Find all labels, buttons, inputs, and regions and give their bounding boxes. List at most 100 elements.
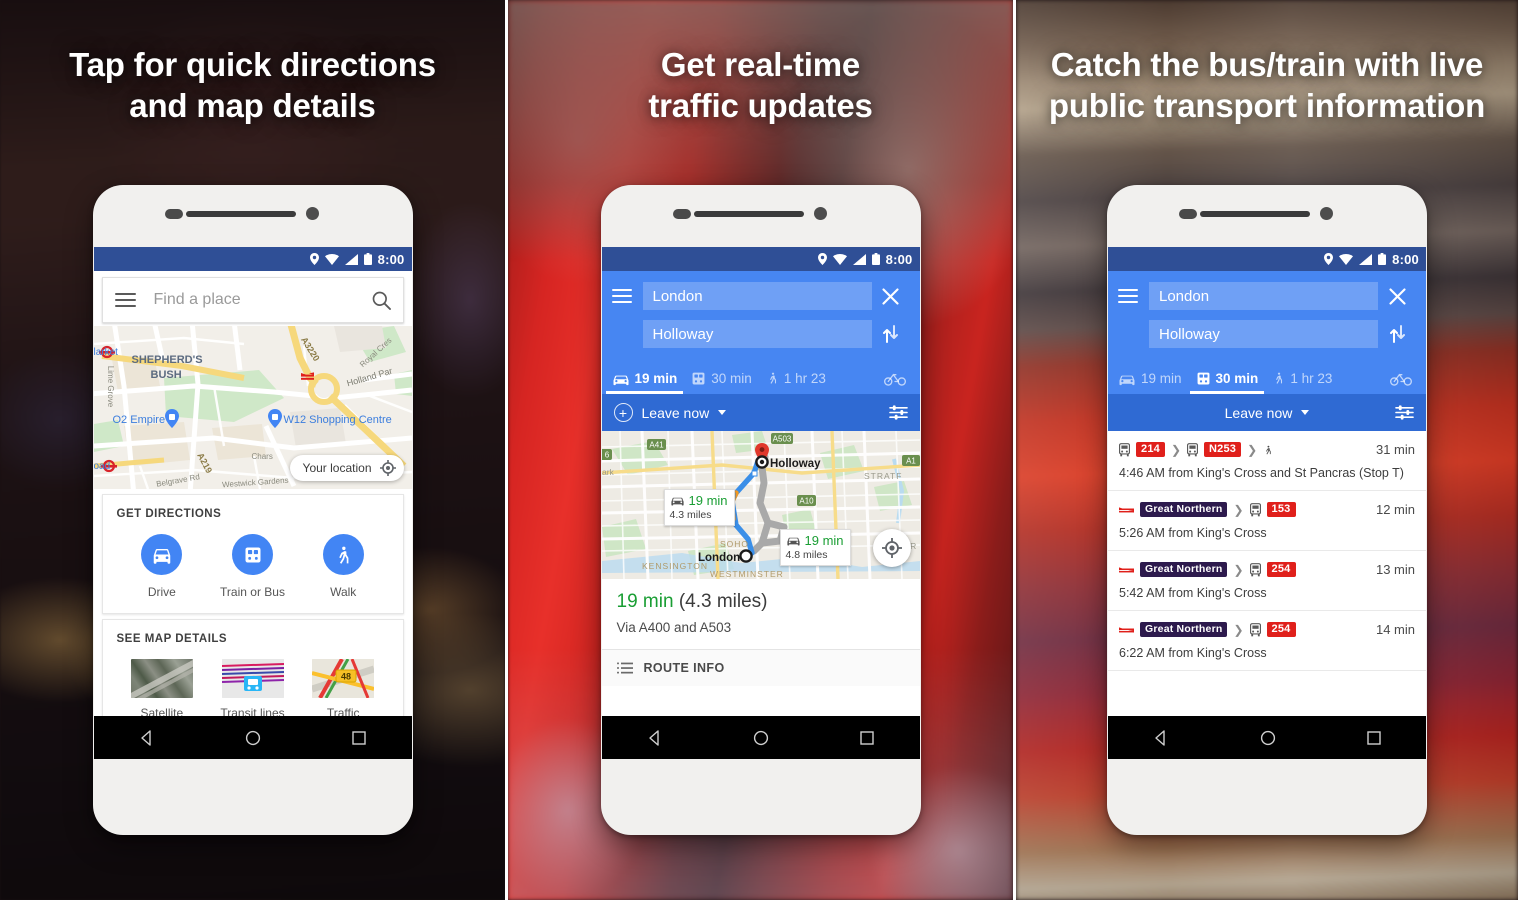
back-icon[interactable]	[647, 729, 663, 746]
close-icon[interactable]	[1378, 287, 1416, 305]
wifi-icon	[832, 253, 847, 265]
svg-text:A10: A10	[799, 496, 814, 505]
chevron-down-icon[interactable]	[1301, 410, 1310, 415]
phone-mockup-1: 8:00 Find a place SHEPHERD'S BUSH O2 Emp…	[92, 185, 413, 835]
tab-drive[interactable]: 19 min	[605, 371, 684, 394]
route-card-duration: 19 min	[804, 533, 844, 548]
tab-walk-label: 1 hr 23	[783, 370, 826, 386]
directions-chip-row: Drive Train or Bus Walk	[117, 534, 389, 599]
car-icon	[141, 534, 183, 575]
close-icon[interactable]	[872, 287, 910, 305]
tab-transit[interactable]: 30 min	[691, 371, 752, 394]
home-icon[interactable]	[245, 730, 261, 746]
search-bar[interactable]: Find a place	[101, 277, 404, 323]
hamburger-menu-icon[interactable]	[1118, 289, 1138, 303]
bus-icon	[1249, 562, 1261, 577]
svg-text:6: 6	[604, 450, 609, 459]
signal-icon	[852, 253, 866, 265]
route-card[interactable]: 19 min 4.3 miles	[663, 489, 735, 526]
svg-text:Holloway: Holloway	[770, 458, 821, 470]
route-info-label: ROUTE INFO	[643, 661, 725, 675]
list-item[interactable]: Great Northern ❯ 153 12 min 5:26 AM from…	[1108, 491, 1426, 551]
tab-drive[interactable]: 19 min	[1118, 371, 1182, 394]
transit-legs: 214 ❯ N253 ❯ 31 min	[1119, 442, 1415, 457]
drive-chip[interactable]: Drive	[117, 534, 208, 599]
location-pin-icon	[309, 253, 319, 265]
tab-bicycle[interactable]	[883, 371, 910, 394]
tab-transit[interactable]: 30 min	[1189, 371, 1265, 394]
swap-arrows-icon[interactable]	[1378, 325, 1416, 343]
destination-input[interactable]: Holloway	[642, 320, 872, 348]
route-info-button[interactable]: ROUTE INFO	[601, 649, 920, 686]
transit-lines-thumb	[221, 659, 284, 698]
svg-text:A41: A41	[649, 440, 664, 449]
back-icon[interactable]	[1153, 729, 1169, 746]
hamburger-menu-icon[interactable]	[114, 293, 136, 307]
chevron-right-icon: ❯	[1247, 442, 1258, 457]
android-nav-bar	[1108, 716, 1426, 759]
route-card[interactable]: 19 min 4.8 miles	[779, 529, 851, 566]
tab-bicycle[interactable]	[1390, 371, 1416, 394]
hamburger-menu-icon[interactable]	[611, 289, 632, 303]
destination-input[interactable]: Holloway	[1149, 320, 1378, 348]
your-location-button[interactable]: Your location	[289, 455, 404, 481]
route-map-view[interactable]: A503 A41 A10 A1 6 STRATF SOHO KENSINGTON…	[601, 431, 920, 579]
leave-now-label[interactable]: Leave now	[642, 405, 710, 421]
phone-top-bezel	[93, 185, 413, 247]
trip-duration: 12 min	[1375, 502, 1415, 517]
directions-header: London Holloway 19 min 30 min 1 hr 23	[601, 271, 920, 394]
plus-circle-icon[interactable]: +	[613, 403, 633, 422]
chevron-down-icon[interactable]	[718, 410, 727, 415]
my-location-button[interactable]	[872, 529, 911, 567]
tab-walk[interactable]: 1 hr 23	[1272, 370, 1332, 394]
satellite-option[interactable]: Satellite	[117, 659, 208, 720]
home-icon[interactable]	[753, 730, 769, 746]
walk-icon	[1263, 443, 1273, 457]
tab-walk[interactable]: 1 hr 23	[766, 370, 826, 394]
status-clock: 8:00	[885, 251, 913, 267]
origin-input[interactable]: London	[1149, 282, 1378, 310]
home-icon[interactable]	[1260, 730, 1276, 746]
walk-chip[interactable]: Walk	[298, 534, 389, 599]
battery-icon	[363, 253, 372, 265]
status-bar: 8:00	[601, 247, 920, 271]
train-icon	[232, 534, 273, 575]
bus-icon	[1249, 622, 1261, 637]
car-icon	[786, 535, 801, 546]
origin-input[interactable]: London	[642, 282, 872, 310]
recents-icon[interactable]	[1366, 730, 1381, 745]
android-nav-bar	[601, 716, 920, 759]
list-item[interactable]: Great Northern ❯ 254 13 min 5:42 AM from…	[1108, 551, 1426, 611]
train-or-bus-label: Train or Bus	[220, 585, 285, 599]
svg-text:SOHO: SOHO	[720, 539, 749, 549]
map-label: Lime Grove	[105, 365, 115, 408]
traffic-option[interactable]: 48 Traffic	[298, 659, 389, 720]
tune-sliders-icon[interactable]	[888, 404, 908, 421]
transit-lines-option[interactable]: Transit lines	[207, 659, 298, 720]
route-card-distance: 4.3 miles	[669, 509, 712, 521]
list-icon	[616, 662, 633, 674]
transit-results-list: 214 ❯ N253 ❯ 31 min 4:46 AM from King's …	[1108, 431, 1426, 671]
list-item[interactable]: Great Northern ❯ 254 14 min 6:22 AM from…	[1108, 611, 1426, 671]
status-clock: 8:00	[1392, 251, 1419, 267]
recents-icon[interactable]	[860, 730, 874, 745]
swap-arrows-icon[interactable]	[872, 325, 910, 343]
leave-now-label[interactable]: Leave now	[1225, 405, 1293, 421]
svg-text:A503: A503	[772, 434, 791, 443]
search-icon[interactable]	[372, 291, 391, 310]
recents-icon[interactable]	[352, 730, 366, 745]
travel-mode-tabs: 19 min 30 min 1 hr 23	[1108, 350, 1426, 394]
tune-sliders-icon[interactable]	[1395, 404, 1414, 421]
operator-badge: Great Northern	[1140, 562, 1228, 577]
back-icon[interactable]	[139, 729, 155, 746]
search-input[interactable]: Find a place	[154, 291, 372, 309]
train-or-bus-chip[interactable]: Train or Bus	[207, 534, 298, 599]
wifi-icon	[1339, 253, 1354, 265]
panel-1-headline: Tap for quick directions and map details	[69, 46, 436, 124]
svg-text:48: 48	[341, 671, 351, 681]
map-view[interactable]: SHEPHERD'S BUSH O2 Empire W12 Shopping C…	[93, 326, 412, 489]
tab-walk-label: 1 hr 23	[1290, 370, 1333, 386]
signal-icon	[344, 253, 358, 265]
list-item[interactable]: 214 ❯ N253 ❯ 31 min 4:46 AM from King's …	[1108, 431, 1426, 491]
crosshair-icon[interactable]	[379, 460, 396, 476]
